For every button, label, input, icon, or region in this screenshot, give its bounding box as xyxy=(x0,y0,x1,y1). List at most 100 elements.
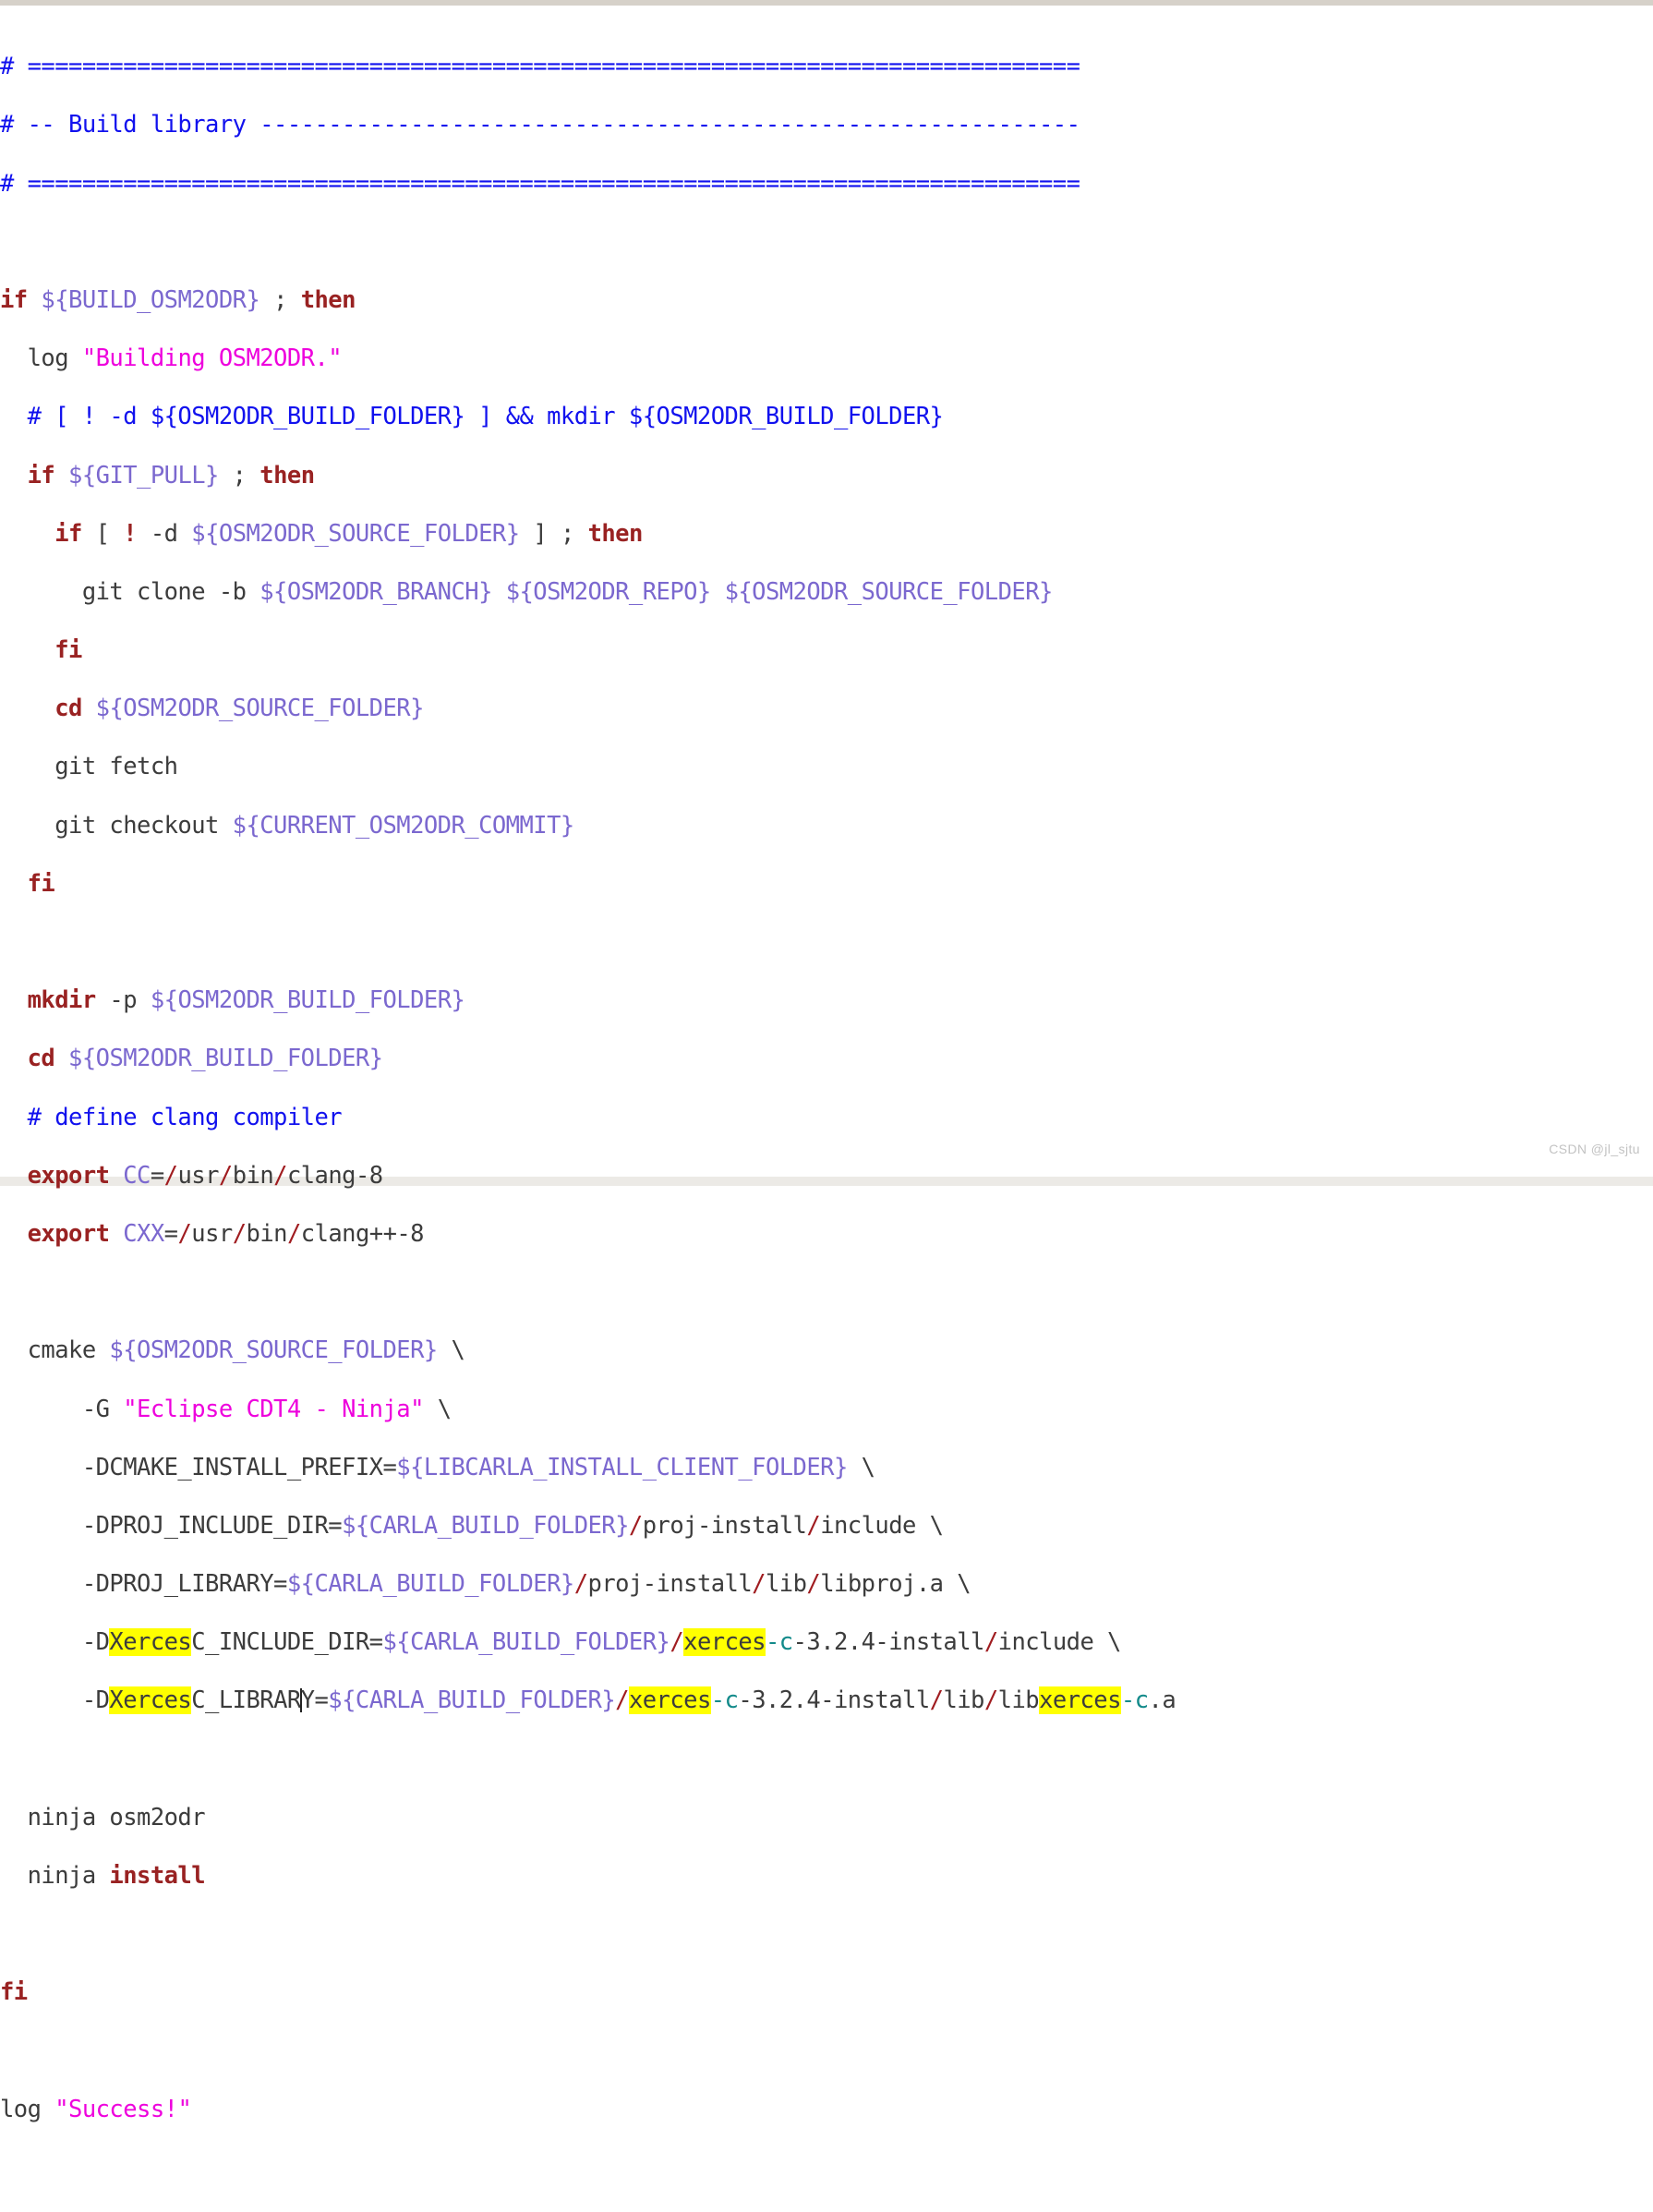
variable-token: ${CARLA_BUILD_FOLDER} xyxy=(286,1570,574,1599)
plain-token: ; xyxy=(218,461,260,490)
slash-token: / xyxy=(929,1686,944,1715)
code-line-5: if ${BUILD_OSM2ODR} ; then xyxy=(0,286,1176,316)
plain-token: -G xyxy=(0,1395,124,1423)
keyword-fi: fi xyxy=(54,636,82,665)
code-line-23: cmake ${OSM2ODR_SOURCE_FOLDER} \ xyxy=(0,1336,1176,1366)
slash-token: / xyxy=(273,1161,287,1190)
slash-token: / xyxy=(983,1686,998,1715)
comment-token: # -- Build library ---------------------… xyxy=(0,111,1080,139)
plain-token: -3.2.4-install xyxy=(792,1628,985,1657)
code-line-28: -DXercesC_INCLUDE_DIR=${CARLA_BUILD_FOLD… xyxy=(0,1628,1176,1658)
csdn-watermark: CSDN @jl_sjtu xyxy=(1549,1142,1640,1156)
slash-token: / xyxy=(628,1511,643,1540)
code-line-27: -DPROJ_LIBRARY=${CARLA_BUILD_FOLDER}/pro… xyxy=(0,1570,1176,1600)
plain-token: bin xyxy=(246,1219,288,1248)
variable-token: CC xyxy=(123,1161,151,1190)
plain-token: ninja osm2odr xyxy=(0,1803,206,1831)
search-match-highlight: xerces xyxy=(628,1686,711,1715)
plain-token: include \ xyxy=(997,1628,1122,1657)
code-line-18: cd ${OSM2ODR_BUILD_FOLDER} xyxy=(0,1045,1176,1074)
code-line-29: -DXercesC_LIBRARY=${CARLA_BUILD_FOLDER}/… xyxy=(0,1686,1176,1716)
code-line-17: mkdir -p ${OSM2ODR_BUILD_FOLDER} xyxy=(0,986,1176,1016)
code-line-1: # ======================================… xyxy=(0,53,1176,82)
code-line-11: fi xyxy=(0,636,1176,666)
slash-token: / xyxy=(806,1511,821,1540)
code-line-14: git checkout ${CURRENT_OSM2ODR_COMMIT} xyxy=(0,812,1176,841)
slash-token: / xyxy=(670,1628,684,1657)
string-token: "Success!" xyxy=(54,2095,192,2123)
code-line-36: log "Success!" xyxy=(0,2096,1176,2125)
plain-token: lib xyxy=(765,1570,807,1599)
keyword-if: if xyxy=(0,285,28,314)
variable-token: ${OSM2ODR_REPO} xyxy=(505,577,712,606)
slash-token: / xyxy=(232,1219,247,1248)
plain-token: git fetch xyxy=(0,753,178,781)
plain-token: usr xyxy=(191,1219,233,1248)
code-content[interactable]: # ======================================… xyxy=(0,0,1176,2212)
code-line-19: # define clang compiler xyxy=(0,1104,1176,1133)
search-match-highlight: Xerces xyxy=(109,1628,192,1657)
variable-token: CXX xyxy=(123,1219,164,1248)
plain-token: \ xyxy=(423,1395,452,1423)
comment-token: # ======================================… xyxy=(0,53,1080,81)
plain-token: git checkout xyxy=(0,811,233,840)
plain-token: .a xyxy=(1148,1686,1176,1715)
plain-token: log xyxy=(0,344,82,373)
keyword-fi: fi xyxy=(27,869,55,898)
teal-token: -c xyxy=(765,1628,793,1657)
plain-token: clang++-8 xyxy=(300,1219,425,1248)
variable-token: ${OSM2ODR_SOURCE_FOLDER} xyxy=(95,695,425,723)
variable-token: ${CARLA_BUILD_FOLDER} xyxy=(328,1686,616,1715)
plain-token: -D xyxy=(0,1628,110,1657)
negation-token: ! xyxy=(123,519,138,548)
keyword-cd: cd xyxy=(54,695,82,723)
variable-token: ${BUILD_OSM2ODR} xyxy=(41,285,260,314)
code-line-9: if [ ! -d ${OSM2ODR_SOURCE_FOLDER} ] ; t… xyxy=(0,520,1176,550)
slash-token: / xyxy=(573,1570,588,1599)
keyword-export: export xyxy=(27,1219,110,1248)
code-line-26: -DPROJ_INCLUDE_DIR=${CARLA_BUILD_FOLDER}… xyxy=(0,1512,1176,1541)
plain-token: Y= xyxy=(300,1686,329,1715)
keyword-fi: fi xyxy=(0,1978,28,2007)
variable-token: ${OSM2ODR_SOURCE_FOLDER} xyxy=(191,519,520,548)
code-line-20: export CC=/usr/bin/clang-8 xyxy=(0,1162,1176,1191)
plain-token: -DCMAKE_INSTALL_PREFIX= xyxy=(0,1453,397,1481)
code-line-15: fi xyxy=(0,870,1176,900)
code-line-24: -G "Eclipse CDT4 - Ninja" \ xyxy=(0,1396,1176,1425)
keyword-mkdir: mkdir xyxy=(27,986,97,1015)
plain-token: [ xyxy=(81,519,124,548)
code-line-6: log "Building OSM2ODR." xyxy=(0,344,1176,374)
code-line-34: fi xyxy=(0,1978,1176,2008)
plain-token: -DPROJ_INCLUDE_DIR= xyxy=(0,1511,343,1540)
code-editor[interactable]: # ======================================… xyxy=(0,0,1653,2123)
comment-token: # [ ! -d ${OSM2ODR_BUILD_FOLDER} ] && mk… xyxy=(27,403,944,431)
code-line-32: ninja install xyxy=(0,1862,1176,1892)
plain-token: -D xyxy=(0,1686,110,1715)
plain-token: usr xyxy=(177,1161,219,1190)
code-line-8: if ${GIT_PULL} ; then xyxy=(0,462,1176,491)
variable-token: ${CARLA_BUILD_FOLDER} xyxy=(382,1628,670,1657)
plain-token: lib xyxy=(943,1686,984,1715)
plain-token: ; xyxy=(259,285,301,314)
plain-token: C_LIBRAR xyxy=(191,1686,301,1715)
keyword-then: then xyxy=(259,461,315,490)
slash-token: / xyxy=(983,1628,998,1657)
variable-token: ${CURRENT_OSM2ODR_COMMIT} xyxy=(232,811,575,840)
keyword-then: then xyxy=(587,519,644,548)
code-line-3: # ======================================… xyxy=(0,170,1176,199)
plain-token: -DPROJ_LIBRARY= xyxy=(0,1570,288,1599)
plain-token: ninja xyxy=(0,1862,110,1890)
